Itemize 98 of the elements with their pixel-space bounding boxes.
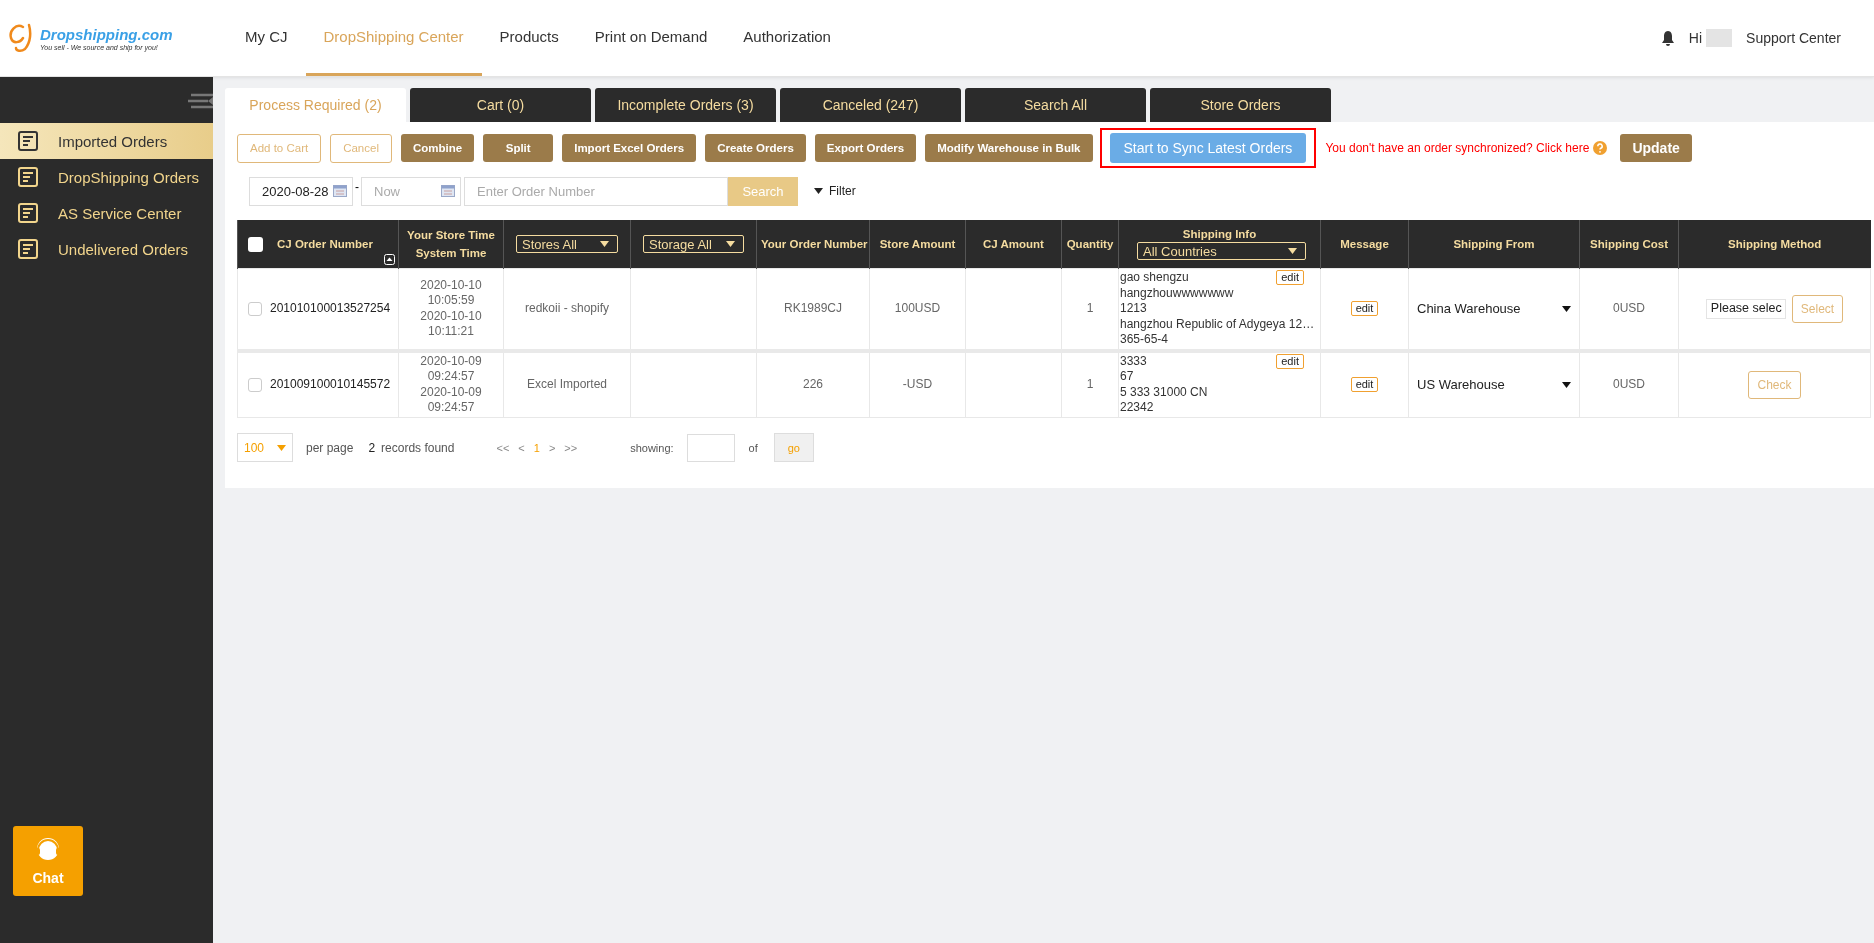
toolbar-button[interactable]: Create Orders <box>705 134 806 162</box>
column-header: CJ Amount <box>983 238 1044 250</box>
caret-icon <box>814 188 823 194</box>
page-link[interactable]: << <box>496 441 510 454</box>
document-list-icon <box>18 203 38 223</box>
record-count: 2 <box>368 440 376 455</box>
column-header: Shipping Info <box>1181 228 1258 240</box>
column-header: Shipping Cost <box>1590 238 1668 250</box>
quantity: 1 <box>1086 376 1094 391</box>
edit-button[interactable]: edit <box>1350 301 1379 316</box>
caret-icon <box>1562 305 1571 312</box>
shipping-address: hangzhouwwwwwww 1213 hangzhou Republic of Adygeya 12… 365-65-4 <box>1120 285 1315 348</box>
order-number: 226 <box>803 376 823 391</box>
sidebar-item[interactable]: Imported Orders <box>0 123 213 159</box>
edit-button[interactable]: edit <box>1276 353 1304 369</box>
column-header: Message <box>1340 238 1389 250</box>
document-list-icon <box>18 239 38 259</box>
order-number: 201009100010145572 <box>270 376 391 393</box>
order-number: RK1989CJ <box>784 301 842 315</box>
select-all-checkbox[interactable] <box>248 236 263 252</box>
calendar-icon[interactable] <box>333 184 347 197</box>
column-header: Your Order Number <box>761 238 868 250</box>
sidebar-item[interactable]: Undelivered Orders <box>0 231 213 267</box>
page-link[interactable]: >> <box>564 441 578 454</box>
page-link[interactable]: > <box>548 441 556 454</box>
row-checkbox[interactable] <box>248 377 262 392</box>
support-link[interactable]: Support Center <box>1746 30 1841 46</box>
toolbar-button[interactable]: Modify Warehouse in Bulk <box>925 134 1093 162</box>
recipient-line: gao shengzu <box>1120 270 1189 286</box>
warehouse-select[interactable]: China Warehouse <box>1413 301 1575 317</box>
greeting: Hi <box>1688 30 1703 46</box>
recipient-line: 3333 <box>1120 353 1147 369</box>
amount: 100USD <box>894 301 941 315</box>
caret-icon <box>600 241 609 247</box>
menu-icon[interactable] <box>188 93 213 109</box>
tab[interactable]: Canceled (247) <box>780 88 961 122</box>
date-to-field[interactable]: Now <box>361 176 461 206</box>
country-select[interactable]: All Countries <box>1137 242 1306 260</box>
page-link[interactable]: < <box>518 441 525 454</box>
of-label: of <box>748 441 758 454</box>
store-name: redkoii - shopify <box>524 301 609 315</box>
caret-icon <box>1562 381 1571 388</box>
tab[interactable]: Cart (0) <box>410 88 591 122</box>
quantity: 1 <box>1086 301 1094 315</box>
caret-icon <box>277 444 286 451</box>
bell-icon[interactable] <box>1660 30 1675 46</box>
column-header: Shipping From <box>1453 238 1535 250</box>
column-header: Quantity <box>1066 238 1114 250</box>
column-filter-select[interactable]: Stores All <box>516 235 618 253</box>
shipping-method-select[interactable]: Please selec <box>1705 298 1786 319</box>
calendar-icon[interactable] <box>441 184 455 197</box>
filter-toggle[interactable]: Filter <box>814 184 856 198</box>
amount: -USD <box>902 376 933 391</box>
date-separator: - <box>355 180 359 194</box>
showing-label: showing: <box>630 441 674 454</box>
toolbar-button[interactable]: Split <box>483 134 554 162</box>
help-icon[interactable] <box>1593 141 1608 155</box>
store-name: Excel Imported <box>526 376 607 391</box>
row-checkbox[interactable] <box>248 301 262 316</box>
order-times: 2020-10-10 10:05:59 2020-10-10 10:11:21 <box>420 277 482 339</box>
shipping-address: 67 5 333 31000 CN 22342 <box>1120 369 1208 416</box>
nav-link[interactable]: Print on Demand <box>576 0 726 76</box>
nav-link[interactable]: Authorization <box>725 0 849 76</box>
sidebar-item[interactable]: AS Service Center <box>0 195 213 231</box>
order-number: 201010100013527254 <box>270 301 391 317</box>
toolbar-button[interactable]: Export Orders <box>814 134 917 162</box>
document-list-icon <box>18 167 38 187</box>
column-header: Store Amount <box>879 238 956 250</box>
per-page-label: per page <box>306 440 354 455</box>
column-header: Your Store Time System Time <box>406 228 496 261</box>
nav-link[interactable]: My CJ <box>227 0 306 76</box>
page-input[interactable] <box>686 433 735 462</box>
edit-button[interactable]: edit <box>1350 376 1379 392</box>
order-times: 2020-10-09 09:24:57 2020-10-09 09:24:57 <box>420 353 482 414</box>
update-button[interactable]: Update <box>1620 134 1692 162</box>
column-header: CJ Order Number <box>277 238 373 250</box>
logo-name: Dropshipping.com <box>40 25 173 43</box>
tab[interactable]: Store Orders <box>1150 88 1331 122</box>
sort-icon[interactable] <box>384 254 395 265</box>
redacted-name <box>1706 29 1733 47</box>
document-list-icon <box>18 131 38 151</box>
shipping-cost: 0USD <box>1613 376 1645 391</box>
order-number-field[interactable]: Enter Order Number <box>464 176 728 206</box>
shipping-cost: 0USD <box>1613 301 1645 315</box>
caret-icon <box>726 241 735 247</box>
edit-button[interactable]: edit <box>1276 270 1304 286</box>
toolbar-button[interactable]: Import Excel Orders <box>562 134 697 162</box>
sync-help-link[interactable]: You don't have an order synchronized? Click here <box>1325 141 1590 155</box>
sidebar-item[interactable]: DropShipping Orders <box>0 159 213 195</box>
column-filter-select[interactable]: Storage All <box>643 235 744 253</box>
toolbar-button[interactable]: Combine <box>401 134 475 162</box>
column-header: Shipping Method <box>1728 238 1822 250</box>
nav-link[interactable]: Products <box>481 0 577 76</box>
caret-icon <box>1288 248 1297 254</box>
date-from-field[interactable]: 2020-08-28 <box>249 176 353 206</box>
tab[interactable]: Search All <box>965 88 1146 122</box>
tab[interactable]: Incomplete Orders (3) <box>595 88 776 122</box>
records-label: records found <box>381 440 455 455</box>
